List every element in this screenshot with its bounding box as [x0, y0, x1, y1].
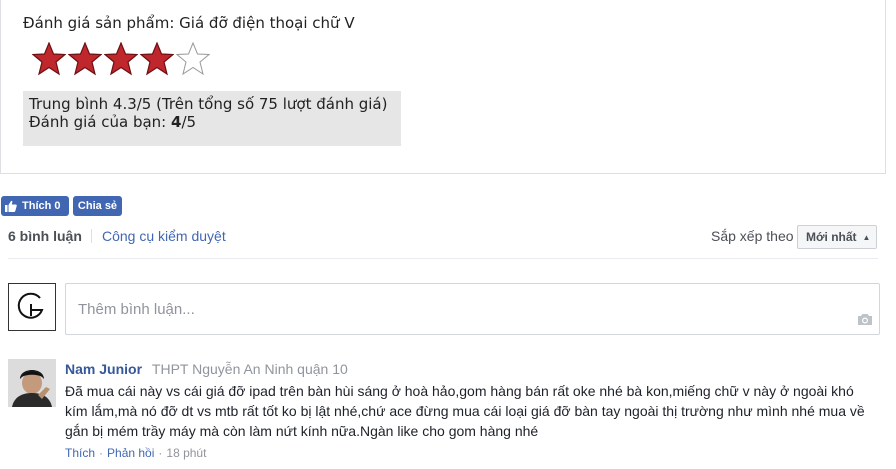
comment-body: Đã mua cái này vs cái giá đỡ ipad trên b…	[65, 383, 865, 439]
camera-icon[interactable]	[857, 313, 873, 326]
comment-header: Nam Junior THPT Nguyễn An Ninh quận 10	[65, 361, 348, 377]
comment-count: 6 bình luận	[8, 228, 82, 244]
comment-actions: Thích · Phản hồi · 18 phút	[65, 446, 206, 460]
facebook-like-button[interactable]: Thích 0	[1, 196, 69, 216]
current-user-avatar	[8, 283, 56, 331]
share-label: Chia sẻ	[77, 200, 118, 212]
facebook-share-button[interactable]: Chia sẻ	[73, 196, 122, 216]
your-rating: Đánh giá của bạn: 4/5	[29, 113, 395, 131]
sort-dropdown[interactable]: Mới nhất ▲	[797, 225, 877, 249]
comment-reply-link[interactable]: Phản hồi	[107, 446, 154, 460]
comment-author-org: THPT Nguyễn An Ninh quận 10	[151, 361, 348, 377]
comment-time[interactable]: 18 phút	[166, 446, 206, 460]
comments-header: 6 bình luận Công cụ kiểm duyệt Sắp xếp t…	[8, 225, 878, 259]
g-logo-icon	[17, 292, 44, 319]
rating-summary: Trung bình 4.3/5 (Trên tổng số 75 lượt đ…	[23, 91, 401, 146]
your-rating-suffix: /5	[181, 113, 197, 131]
comment-author-avatar[interactable]	[8, 359, 56, 407]
star-filled-icon[interactable]	[68, 42, 102, 76]
moderation-tools-link[interactable]: Công cụ kiểm duyệt	[102, 228, 226, 244]
separator-dot: ·	[99, 446, 104, 460]
like-label: Thích 0	[22, 200, 61, 212]
star-filled-icon[interactable]	[104, 42, 138, 76]
star-empty-icon[interactable]	[176, 42, 210, 76]
average-rating-text: Trung bình 4.3/5 (Trên tổng số 75 lượt đ…	[29, 95, 388, 113]
thumbs-up-icon	[5, 200, 17, 212]
sort-label: Sắp xếp theo	[711, 228, 794, 244]
star-rating[interactable]	[32, 42, 210, 76]
your-rating-label: Đánh giá của bạn:	[29, 113, 172, 131]
star-filled-icon[interactable]	[32, 42, 66, 76]
comment-placeholder: Thêm bình luận...	[78, 301, 195, 318]
rating-title: Đánh giá sản phẩm: Giá đỡ điện thoại chữ…	[23, 14, 355, 32]
divider	[91, 229, 92, 243]
comment-like-link[interactable]: Thích	[65, 446, 95, 460]
your-rating-value: 4	[171, 113, 182, 131]
person-photo-icon	[8, 359, 56, 407]
sort-caret-icon: ▲	[862, 232, 871, 242]
separator-dot: ·	[158, 446, 163, 460]
comment-input[interactable]: Thêm bình luận...	[65, 283, 880, 335]
star-filled-icon[interactable]	[140, 42, 174, 76]
rating-panel: Đánh giá sản phẩm: Giá đỡ điện thoại chữ…	[0, 0, 886, 174]
comment-author[interactable]: Nam Junior	[65, 361, 142, 377]
sort-value: Mới nhất	[806, 230, 857, 244]
